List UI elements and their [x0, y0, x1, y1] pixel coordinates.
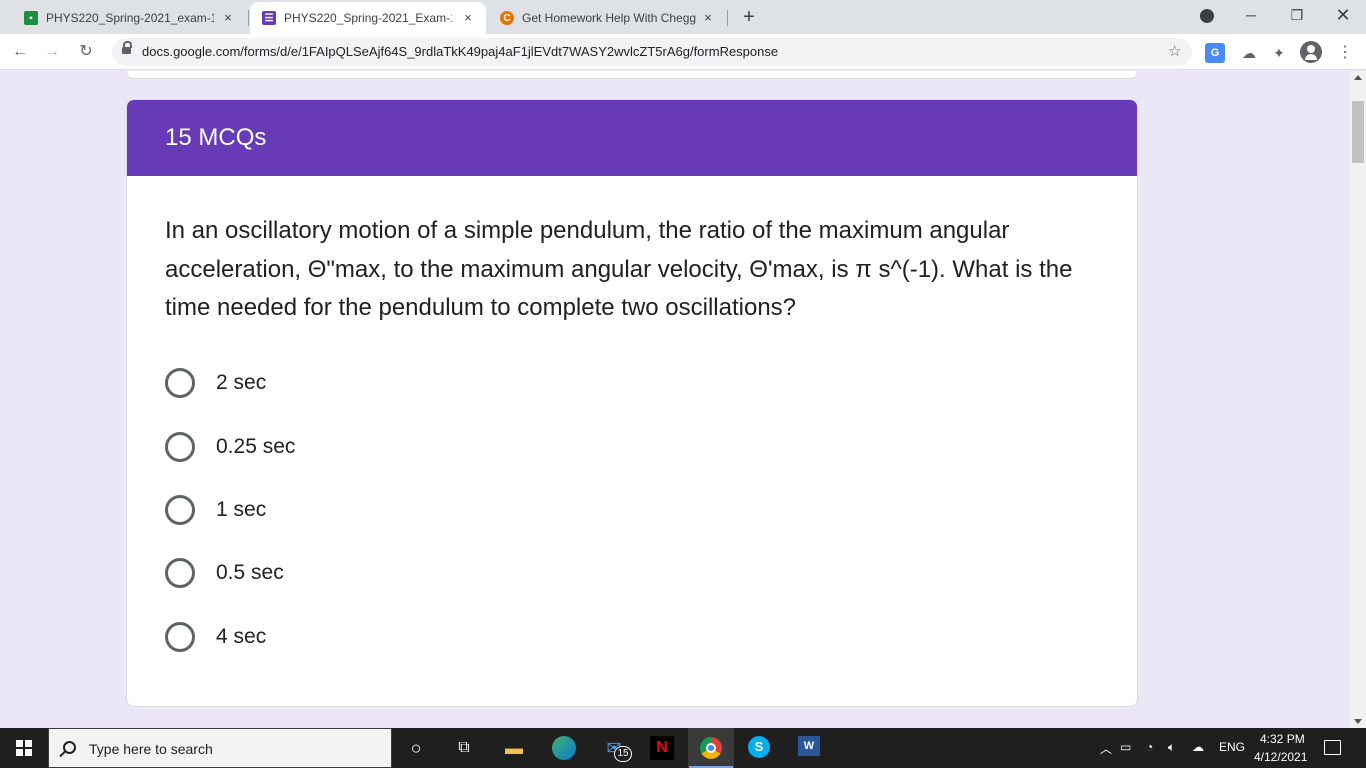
taskbar-search-box[interactable]: Type here to search [48, 728, 392, 768]
onedrive-cloud-icon[interactable]: ☁ [1192, 740, 1204, 754]
tab-classroom-exam[interactable]: ▪ PHYS220_Spring-2021_exam-1 × [12, 2, 246, 34]
tab-separator [727, 10, 728, 26]
skype-icon[interactable]: S [748, 736, 770, 758]
close-window-icon[interactable]: ✕ [1320, 0, 1366, 30]
option-0-5-sec[interactable]: 0.5 sec [165, 556, 565, 590]
option-label: 4 sec [216, 625, 267, 648]
forms-icon: ☰ [262, 11, 276, 25]
battery-icon[interactable]: ▭ [1120, 740, 1131, 754]
reload-icon[interactable]: ↻ [74, 40, 98, 64]
tab-title: Get Homework Help With Chegg [522, 11, 697, 25]
netflix-icon[interactable]: N [650, 736, 674, 760]
radio-button[interactable] [165, 368, 195, 398]
option-0-25-sec[interactable]: 0.25 sec [165, 430, 565, 464]
tab-search-icon[interactable] [1200, 9, 1214, 23]
edge-icon[interactable] [552, 736, 576, 760]
option-label: 0.5 sec [216, 561, 284, 584]
clock-time[interactable]: 4:32 PM [1260, 732, 1305, 746]
tab-title: PHYS220_Spring-2021_Exam-1 [284, 11, 452, 25]
mail-badge: 15 [614, 746, 632, 762]
tab-chegg[interactable]: C Get Homework Help With Chegg × [488, 2, 726, 34]
classroom-icon: ▪ [24, 11, 38, 25]
radio-button[interactable] [165, 495, 195, 525]
chrome-icon[interactable] [700, 737, 722, 759]
tab-separator [248, 10, 249, 26]
option-label: 2 sec [216, 371, 267, 394]
tab-strip: ▪ PHYS220_Spring-2021_exam-1 × ☰ PHYS220… [0, 0, 1366, 34]
wifi-icon[interactable]: ◔ [1146, 740, 1153, 754]
search-placeholder: Type here to search [89, 741, 213, 757]
option-label: 1 sec [216, 498, 267, 521]
tab-forms-exam[interactable]: ☰ PHYS220_Spring-2021_Exam-1 × [250, 2, 486, 34]
google-translate-icon[interactable]: G [1205, 43, 1225, 63]
address-bar[interactable]: docs.google.com/forms/d/e/1FAIpQLSeAjf64… [112, 38, 1192, 66]
option-label: 0.25 sec [216, 435, 296, 458]
page-content: 15 MCQs In an oscillatory motion of a si… [0, 71, 1350, 728]
scroll-down-arrow-icon[interactable] [1354, 719, 1362, 724]
task-view-icon[interactable]: ⧉ [452, 736, 476, 760]
language-indicator[interactable]: ENG [1219, 740, 1245, 754]
notification-center-icon[interactable] [1324, 740, 1341, 755]
tab-close-icon[interactable]: × [220, 10, 236, 26]
question-text: In an oscillatory motion of a simple pen… [165, 217, 1073, 321]
browser-toolbar: ← → ↻ docs.google.com/forms/d/e/1FAIpQLS… [0, 34, 1366, 70]
tray-chevron-up-icon[interactable]: ︿ [1100, 740, 1112, 757]
restore-icon[interactable]: ❐ [1274, 0, 1320, 30]
option-4-sec[interactable]: 4 sec [165, 620, 565, 654]
forward-arrow-icon[interactable]: → [40, 40, 64, 64]
section-title: 15 MCQs [165, 124, 267, 151]
section-header: 15 MCQs [127, 100, 1137, 176]
file-explorer-icon[interactable]: ▬ [502, 736, 526, 760]
page-scrollbar[interactable] [1350, 71, 1366, 728]
menu-kebab-icon[interactable]: ⋮ [1334, 42, 1356, 64]
puzzle-extensions-icon[interactable]: ✦ [1268, 42, 1290, 64]
clock-date[interactable]: 4/12/2021 [1254, 750, 1307, 764]
bookmark-star-icon[interactable]: ☆ [1168, 42, 1181, 60]
start-button[interactable] [0, 728, 48, 768]
tab-title: PHYS220_Spring-2021_exam-1 [46, 11, 214, 25]
back-arrow-icon[interactable]: ← [8, 40, 32, 64]
url-text[interactable]: docs.google.com/forms/d/e/1FAIpQLSeAjf64… [142, 44, 778, 59]
option-2-sec[interactable]: 2 sec [165, 366, 565, 400]
windows-logo-icon [16, 740, 32, 756]
option-1-sec[interactable]: 1 sec [165, 493, 565, 527]
radio-button[interactable] [165, 432, 195, 462]
radio-button[interactable] [165, 622, 195, 652]
chegg-icon: C [500, 11, 514, 25]
scroll-thumb[interactable] [1352, 101, 1364, 163]
tab-close-icon[interactable]: × [460, 10, 476, 26]
lock-icon [122, 41, 132, 56]
scroll-up-arrow-icon[interactable] [1354, 75, 1362, 80]
word-icon[interactable]: W [798, 736, 820, 756]
cortana-icon[interactable]: ○ [404, 736, 428, 760]
new-tab-button[interactable]: + [738, 6, 760, 28]
question-card: 15 MCQs In an oscillatory motion of a si… [126, 99, 1138, 707]
search-icon [63, 741, 76, 754]
previous-card-edge [126, 71, 1138, 79]
radio-button[interactable] [165, 558, 195, 588]
windows-taskbar: Type here to search ○ ⧉ ▬ ✉ 15 N S W ︿ ▭… [0, 728, 1366, 768]
volume-icon[interactable]: 🔈︎ [1168, 740, 1175, 755]
tab-close-icon[interactable]: × [700, 10, 716, 26]
extension-icon[interactable]: ☁ [1238, 42, 1260, 64]
minimize-icon[interactable]: ─ [1228, 0, 1274, 30]
profile-avatar-icon[interactable] [1300, 41, 1322, 63]
